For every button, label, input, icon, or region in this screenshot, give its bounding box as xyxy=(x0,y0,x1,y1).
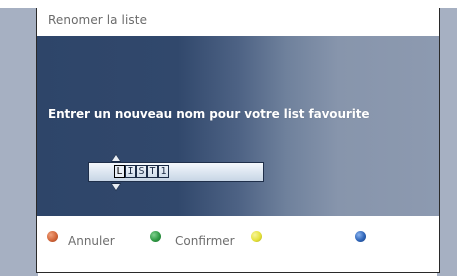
character-cells: L I S T 1 xyxy=(114,165,169,178)
green-key-icon[interactable] xyxy=(150,231,161,242)
red-key-icon[interactable] xyxy=(47,231,58,242)
char-cell-5[interactable]: 1 xyxy=(158,165,169,178)
cancel-label[interactable]: Annuler xyxy=(68,234,115,248)
yellow-key-icon[interactable] xyxy=(251,231,262,242)
screen-backdrop-right xyxy=(437,0,457,276)
char-cell-2[interactable]: I xyxy=(125,165,136,178)
screen-backdrop-top xyxy=(0,0,457,8)
rename-prompt: Entrer un nouveau nom pour votre list fa… xyxy=(48,107,370,121)
color-key-legend: Annuler Confirmer xyxy=(37,216,439,272)
char-cell-3[interactable]: S xyxy=(136,165,147,178)
screen-backdrop-left xyxy=(0,0,38,276)
arrow-up-icon[interactable] xyxy=(112,155,120,161)
arrow-down-icon[interactable] xyxy=(112,184,120,190)
dialog-title: Renomer la liste xyxy=(48,13,148,27)
confirm-label[interactable]: Confirmer xyxy=(175,234,235,248)
char-cell-4[interactable]: T xyxy=(147,165,158,178)
dialog-content-panel: Entrer un nouveau nom pour votre list fa… xyxy=(37,36,439,216)
rename-list-dialog: Renomer la liste Entrer un nouveau nom p… xyxy=(36,8,440,273)
list-name-input[interactable]: L I S T 1 xyxy=(88,162,264,182)
blue-key-icon[interactable] xyxy=(355,231,366,242)
char-cell-1[interactable]: L xyxy=(114,165,125,178)
